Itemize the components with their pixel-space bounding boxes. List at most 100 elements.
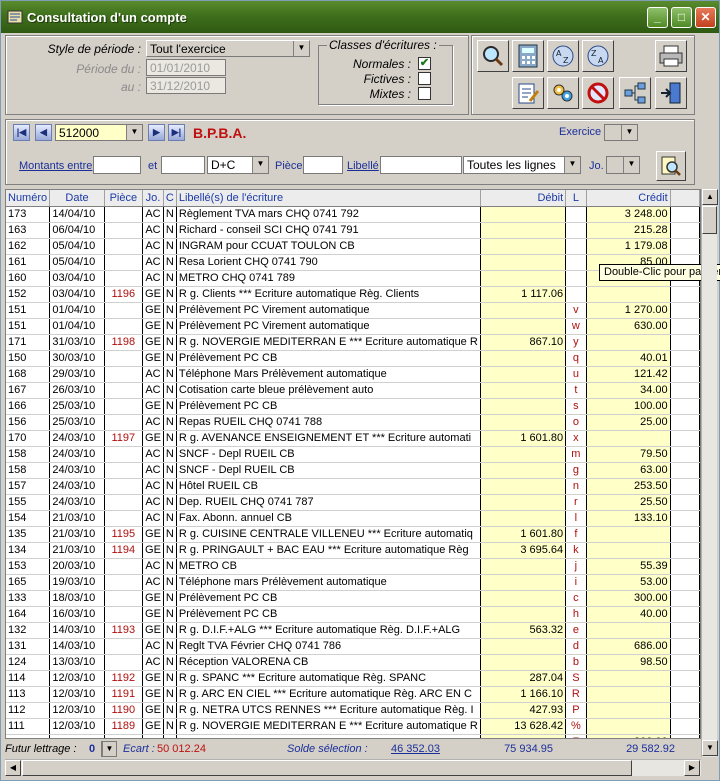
table-row[interactable]: Z300.00 xyxy=(6,734,700,738)
table-cell: 133 xyxy=(6,590,51,607)
table-cell xyxy=(480,270,567,287)
column-header[interactable]: Date xyxy=(49,190,105,207)
table-row[interactable]: 157 24/03/10 AC N Hôtel RUEIL CB n 253.50 xyxy=(6,478,700,495)
table-row[interactable]: 132 14/03/10 1193 GE N R g. D.I.F.+ALG *** Ec… xyxy=(6,622,700,639)
style-periode-select[interactable]: Tout l'exercice ▼ xyxy=(146,40,310,57)
table-row[interactable]: 16003/04/10ACNMETRO CHQ 0741 78970.00 xyxy=(6,270,700,287)
table-row[interactable]: 152 03/04/10 1196 GE N R g. Clients *** Ecrit… xyxy=(6,286,700,303)
table-row[interactable]: 124 13/03/10 AC N Réception VALORENA CB b 98.5… xyxy=(6,654,700,671)
scroll-up-icon[interactable]: ▲ xyxy=(702,189,718,205)
table-row[interactable]: 156 25/03/10 AC N Repas RUEIL CHQ 0741 788 o 2… xyxy=(6,414,700,431)
table-cell xyxy=(480,302,567,319)
vertical-scrollbar[interactable]: ▲ ▼ xyxy=(701,189,718,757)
table-row[interactable]: 166 25/03/10 GE N Prélèvement PC CB s 100.00 xyxy=(6,398,700,415)
table-row[interactable]: 173 14/04/10 AC N Règlement TVA mars CHQ 074… xyxy=(6,206,700,223)
column-header[interactable]: L xyxy=(565,190,587,207)
column-header[interactable]: C xyxy=(163,190,177,207)
periode-au-field[interactable]: 31/12/2010 xyxy=(146,77,226,94)
filter-search-button[interactable] xyxy=(656,151,686,181)
sort-az-button[interactable]: AZ xyxy=(547,40,579,72)
scroll-thumb[interactable] xyxy=(702,206,717,234)
sort-za-button[interactable]: ZA xyxy=(582,40,614,72)
hscroll-thumb[interactable] xyxy=(22,760,632,776)
table-row[interactable]: 158 24/03/10 AC N SNCF - Depl RUEIL CB g 63.00 xyxy=(6,462,700,479)
table-row[interactable]: 165 19/03/10 AC N Téléphone mars Prélèvement… xyxy=(6,574,700,591)
column-header[interactable]: Numéro xyxy=(6,190,51,207)
table-row[interactable]: 164 16/03/10 GE N Prélèvement PC CB h 40.00 xyxy=(6,606,700,623)
table-cell xyxy=(670,702,700,719)
next-account-button[interactable]: ▶ xyxy=(148,124,165,141)
table-row[interactable]: 135 21/03/10 1195 GE N R g. CUISINE CENTRALE … xyxy=(6,526,700,543)
cancel-lettrage-button[interactable] xyxy=(582,77,614,109)
table-cell xyxy=(670,318,700,335)
table-row[interactable]: 153 20/03/10 AC N METRO CB j 55.39 xyxy=(6,558,700,575)
table-cell: Reglt TVA Février CHQ 0741 786 xyxy=(176,638,481,655)
table-row[interactable]: 111 12/03/10 1189 GE N R g. NOVERGIE MEDITERR… xyxy=(6,718,700,735)
search-button[interactable] xyxy=(477,40,509,72)
print-button[interactable] xyxy=(655,40,687,72)
table-row[interactable]: 158 24/03/10 AC N SNCF - Depl RUEIL CB m 79.50 xyxy=(6,446,700,463)
column-header[interactable]: Crédit xyxy=(586,190,671,207)
table-cell xyxy=(670,718,700,735)
table-cell xyxy=(586,430,671,447)
table-row[interactable]: 171 31/03/10 1198 GE N R g. NOVERGIE MEDITERR… xyxy=(6,334,700,351)
table-cell: GE xyxy=(142,350,164,367)
exit-button[interactable] xyxy=(655,77,687,109)
table-row[interactable]: 170 24/03/10 1197 GE N R g. AVENANCE ENSEIGNE… xyxy=(6,430,700,447)
minimize-button[interactable]: _ xyxy=(647,7,668,28)
table-row[interactable]: 161 05/04/10 AC N Resa Lorient CHQ 0741 790 8… xyxy=(6,254,700,271)
tree-button[interactable] xyxy=(619,77,651,109)
mixtes-checkbox[interactable] xyxy=(418,87,431,100)
first-account-button[interactable]: |◀ xyxy=(13,124,30,141)
horizontal-scrollbar[interactable]: ◀ ▶ xyxy=(5,759,701,776)
journal-select[interactable]: ▼ xyxy=(606,156,640,174)
close-button[interactable]: ✕ xyxy=(695,7,716,28)
column-header[interactable]: Jo. xyxy=(142,190,164,207)
table-row[interactable]: 154 21/03/10 AC N Fax. Abonn. annuel CB l 133.… xyxy=(6,510,700,527)
montant-min-field[interactable] xyxy=(93,156,141,174)
prev-account-button[interactable]: ◀ xyxy=(35,124,52,141)
table-cell xyxy=(670,414,700,431)
table-row[interactable]: 150 30/03/10 GE N Prélèvement PC CB q 40.01 xyxy=(6,350,700,367)
montant-max-field[interactable] xyxy=(161,156,205,174)
maximize-button[interactable]: □ xyxy=(671,7,692,28)
table-row[interactable]: 168 29/03/10 AC N Téléphone Mars Prélèvement… xyxy=(6,366,700,383)
account-select[interactable]: 512000 ▼ xyxy=(55,124,143,141)
table-row[interactable]: 134 21/03/10 1194 GE N R g. PRINGAULT + BAC E… xyxy=(6,542,700,559)
table-row[interactable]: 163 06/04/10 AC N Richard - conseil SCI CHQ … xyxy=(6,222,700,239)
futur-lettrage-select[interactable]: ▼ xyxy=(101,741,117,757)
lines-select[interactable]: Toutes les lignes ▼ xyxy=(463,156,581,174)
table-row[interactable]: 131 14/03/10 AC N Reglt TVA Février CHQ 0741… xyxy=(6,638,700,655)
account-name: B.P.B.A. xyxy=(193,125,247,141)
libelle-field[interactable] xyxy=(380,156,462,174)
table-row[interactable]: 151 01/04/10 GE N Prélèvement PC Virement au… xyxy=(6,302,700,319)
settings-button[interactable] xyxy=(547,77,579,109)
table-cell: 114 xyxy=(6,670,51,687)
table-cell xyxy=(586,670,671,687)
entries-grid[interactable]: Numéro Date Pièce Jo. C Libellé(s) de l'écrit… xyxy=(5,189,701,739)
column-header[interactable]: Pièce xyxy=(104,190,144,207)
table-row[interactable]: 112 12/03/10 1190 GE N R g. NETRA UTCS RENNES… xyxy=(6,702,700,719)
piece-field[interactable] xyxy=(303,156,343,174)
table-row[interactable]: 162 05/04/10 AC N INGRAM pour CCUAT TOULON C… xyxy=(6,238,700,255)
table-row[interactable]: 133 18/03/10 GE N Prélèvement PC CB c 300.00 xyxy=(6,590,700,607)
scroll-down-icon[interactable]: ▼ xyxy=(702,740,718,756)
periode-du-field[interactable]: 01/01/2010 xyxy=(146,59,226,76)
table-cell xyxy=(670,606,700,623)
calculator-button[interactable] xyxy=(512,40,544,72)
column-header[interactable]: Débit xyxy=(480,190,567,207)
table-row[interactable]: 167 26/03/10 AC N Cotisation carte bleue pré… xyxy=(6,382,700,399)
last-account-button[interactable]: ▶| xyxy=(168,124,185,141)
column-header[interactable]: Libellé(s) de l'écriture xyxy=(176,190,481,207)
exercice-select[interactable]: ▼ xyxy=(604,124,638,141)
table-row[interactable]: 113 12/03/10 1191 GE N R g. ARC EN CIEL *** E… xyxy=(6,686,700,703)
scroll-left-icon[interactable]: ◀ xyxy=(5,760,21,776)
sens-select[interactable]: D+C ▼ xyxy=(207,156,269,174)
table-row[interactable]: 151 01/04/10 GE N Prélèvement PC Virement au… xyxy=(6,318,700,335)
table-row[interactable]: 155 24/03/10 AC N Dep. RUEIL CHQ 0741 787 r 25… xyxy=(6,494,700,511)
fictives-checkbox[interactable] xyxy=(418,72,431,85)
table-row[interactable]: 114 12/03/10 1192 GE N R g. SPANC *** Ecritur… xyxy=(6,670,700,687)
scroll-right-icon[interactable]: ▶ xyxy=(684,760,700,776)
edit-button[interactable] xyxy=(512,77,544,109)
normales-checkbox[interactable]: ✔ xyxy=(418,57,431,70)
